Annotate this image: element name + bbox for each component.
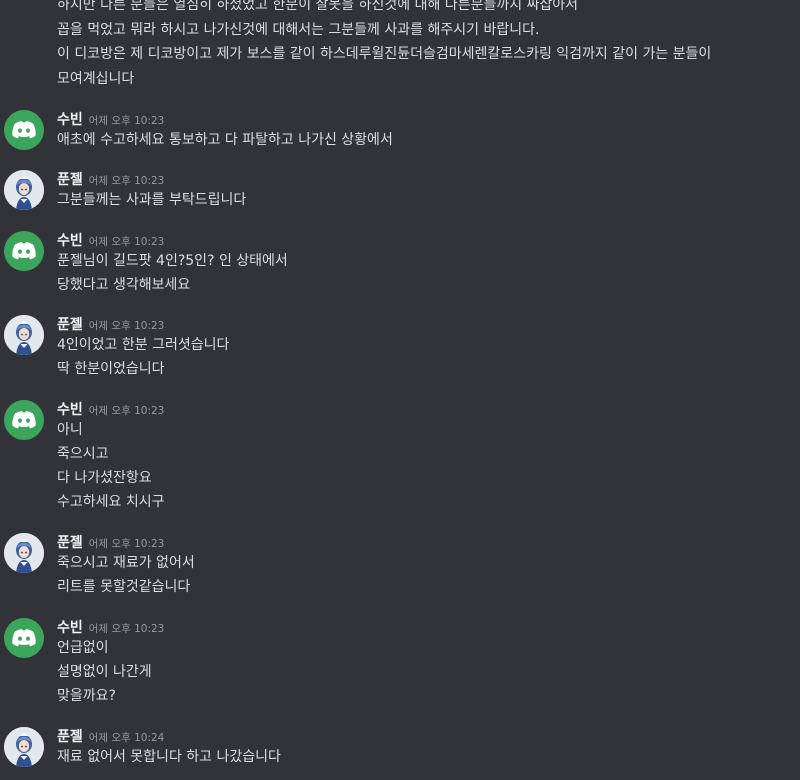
message-line: 재료 없어서 못합니다 하고 나갔습니다: [57, 749, 281, 765]
discord-logo-icon: [12, 242, 36, 260]
message-line: 애초에 수고하세요 통보하고 다 파탈하고 나가신 상황에서: [57, 132, 393, 148]
timestamp[interactable]: 어제 오후 10:23: [89, 623, 165, 635]
message-line: 수고하세요 치시구: [57, 494, 165, 510]
message-line: 설명없이 나간게: [57, 664, 152, 680]
timestamp[interactable]: 어제 오후 10:23: [89, 115, 165, 127]
username[interactable]: 수빈: [57, 620, 83, 636]
message-line: 맞을까요?: [57, 688, 116, 704]
anime-character-icon: [4, 727, 44, 767]
message-header: 푼젤 어제 오후 10:24: [57, 726, 164, 746]
message-line: 4인이었고 한분 그러셧습니다: [57, 337, 230, 353]
timestamp[interactable]: 어제 오후 10:23: [89, 405, 165, 417]
timestamp[interactable]: 어제 오후 10:23: [89, 236, 165, 248]
username[interactable]: 푼젤: [57, 317, 83, 333]
message-header: 수빈 어제 오후 10:23: [57, 399, 164, 419]
message-line: 푼젤님이 길드팟 4인?5인? 인 상태에서: [57, 253, 288, 269]
message-line: 모여계십니다: [57, 71, 135, 87]
user-avatar[interactable]: [4, 727, 44, 767]
message-header: 푼젤 어제 오후 10:23: [57, 169, 164, 189]
discord-logo-icon: [12, 411, 36, 429]
message-line: 당했다고 생각해보세요: [57, 277, 191, 293]
user-avatar[interactable]: [4, 110, 44, 150]
anime-character-icon: [4, 170, 44, 210]
message-line: 죽으시고 재료가 없어서: [57, 555, 195, 571]
message-line: 죽으시고: [57, 446, 109, 462]
message-line: 하지만 다른 분들은 열심히 하셨었고 한분이 잘못을 하신것에 대해 다른분들…: [57, 0, 579, 13]
timestamp[interactable]: 어제 오후 10:24: [89, 732, 165, 744]
message-line: 이 디코방은 제 디코방이고 제가 보스를 같이 하스데루윌진듄더슬검마세렌칼로…: [57, 46, 712, 62]
message-line: 그분들께는 사과를 부탁드립니다: [57, 192, 247, 208]
message-line: 언급없이: [57, 640, 109, 656]
message-line: 리트를 못할것같습니다: [57, 579, 191, 595]
discord-logo-icon: [12, 629, 36, 647]
anime-character-icon: [4, 315, 44, 355]
message-header: 수빈 어제 오후 10:23: [57, 109, 164, 129]
username[interactable]: 수빈: [57, 233, 83, 249]
username[interactable]: 푼젤: [57, 535, 83, 551]
message-header: 푼젤 어제 오후 10:23: [57, 532, 164, 552]
message-header: 수빈 어제 오후 10:23: [57, 230, 164, 250]
discord-logo-icon: [12, 121, 36, 139]
user-avatar[interactable]: [4, 315, 44, 355]
timestamp[interactable]: 어제 오후 10:23: [89, 320, 165, 332]
timestamp[interactable]: 어제 오후 10:23: [89, 538, 165, 550]
user-avatar[interactable]: [4, 618, 44, 658]
message-line: 딱 한분이었습니다: [57, 361, 165, 377]
message-header: 수빈 어제 오후 10:23: [57, 617, 164, 637]
username[interactable]: 수빈: [57, 112, 83, 128]
message-line: 아니: [57, 422, 83, 438]
user-avatar[interactable]: [4, 400, 44, 440]
chat-message-list: 하지만 다른 분들은 열심히 하셨었고 한분이 잘못을 하신것에 대해 다른분들…: [0, 0, 800, 780]
message-line: 다 나가셨잔항요: [57, 470, 152, 486]
timestamp[interactable]: 어제 오후 10:23: [89, 175, 165, 187]
user-avatar[interactable]: [4, 231, 44, 271]
username[interactable]: 푼젤: [57, 172, 83, 188]
username[interactable]: 수빈: [57, 402, 83, 418]
anime-character-icon: [4, 533, 44, 573]
user-avatar[interactable]: [4, 170, 44, 210]
message-header: 푼젤 어제 오후 10:23: [57, 314, 164, 334]
message-line: 꼽을 먹었고 뭐라 하시고 나가신것에 대해서는 그분들께 사과를 해주시기 바…: [57, 22, 540, 38]
username[interactable]: 푼젤: [57, 729, 83, 745]
user-avatar[interactable]: [4, 533, 44, 573]
